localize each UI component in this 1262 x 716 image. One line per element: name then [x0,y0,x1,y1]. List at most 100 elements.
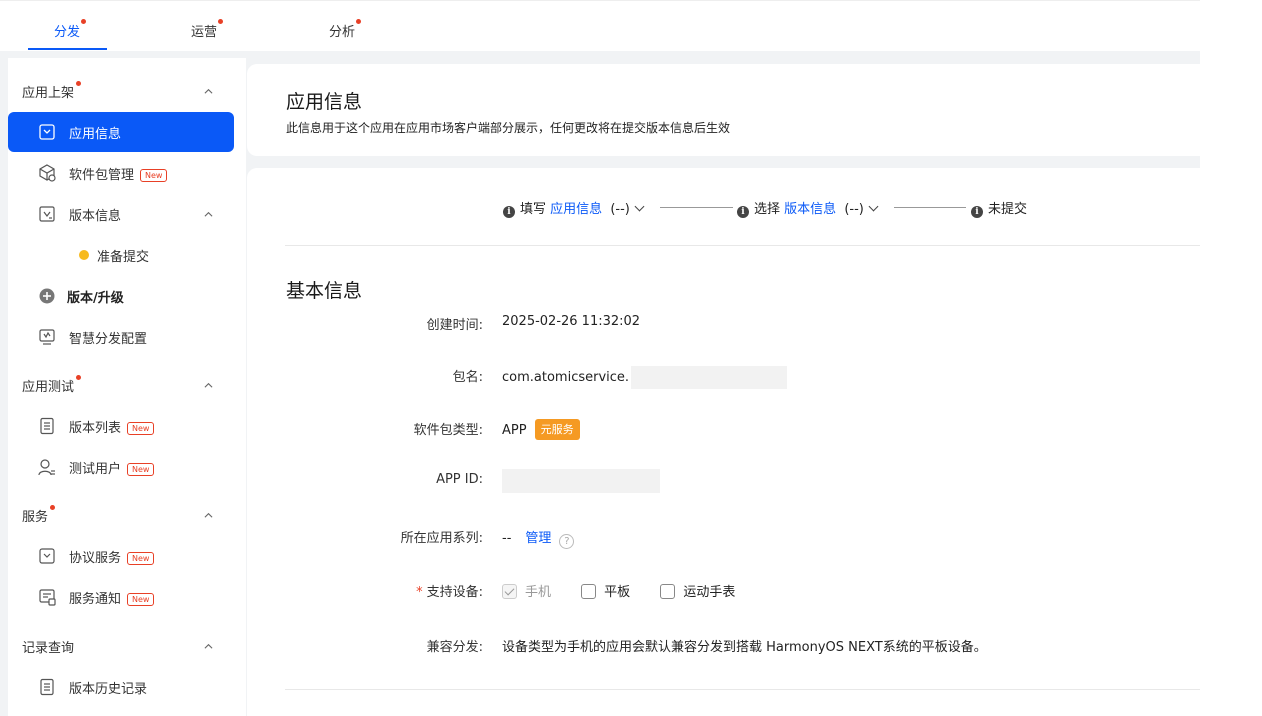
package-type-value: APP [502,423,527,438]
sidebar-item-smart-distribution[interactable]: 智慧分发配置 [8,317,234,357]
new-badge: New [127,422,155,435]
tab-distribution[interactable]: 分发 [54,19,87,40]
section-title: 应用上架 [22,86,75,101]
history-icon [40,678,54,696]
top-tab-bar: 分发 运营 分析 [0,0,1200,51]
chevron-down-icon [634,201,645,212]
notification-icon [39,589,56,606]
sidebar-item-agreement-service[interactable]: 协议服务 New [8,536,234,576]
field-compat-distribution: 兼容分发: 设备类型为手机的应用会默认兼容分发到搭载 HarmonyOS NEX… [247,633,1200,657]
sidebar-item-label-wrap: 版本列表 New [69,417,155,436]
sidebar-item-label: 版本历史记录 [69,682,148,697]
step-link-version-info[interactable]: 版本信息 [784,202,836,217]
sidebar-item-label: 应用信息 [69,127,122,142]
field-label: 兼容分发: [426,640,483,655]
sidebar-item-service-notification[interactable]: 服务通知 New [8,577,234,617]
info-icon: i [503,206,515,218]
field-label: 软件包类型: [413,423,483,438]
main-content-card: i 填写 应用信息 (--) i 选择 版本信息 (--) i 未提交 基本信息 创建… [247,168,1200,716]
help-icon[interactable]: ? [559,534,575,549]
sidebar-item-label: 版本列表 [69,421,122,436]
app-window: 分发 运营 分析 应用上架 应用信息 软件包管理 New 版本信息 准备提交 版… [0,0,1200,716]
checkbox-label: 平板 [604,585,631,600]
chevron-up-icon[interactable] [204,642,213,651]
device-option-tablet[interactable]: 平板 [581,581,630,600]
sidebar-item-label: 软件包管理 [69,168,135,183]
checkbox-label: 手机 [525,585,552,600]
field-supported-devices: * 支持设备: 手机 平板 运动手表 [247,578,1200,602]
sidebar-item-label-wrap: 测试用户 New [69,458,155,477]
field-package-type: 软件包类型: APP 元服务 [247,416,1200,440]
tab-analytics-label: 分析 [329,25,356,40]
step-connector [894,207,966,208]
notification-dot [356,19,362,24]
tab-operations-label: 运营 [191,25,218,40]
step-select-version-info[interactable]: i 选择 版本信息 (--) [737,198,879,218]
tab-distribution-label: 分发 [54,25,81,40]
smart-distribution-icon [39,329,55,345]
sidebar-section-app-testing[interactable]: 应用测试 [22,375,82,395]
tab-analytics[interactable]: 分析 [329,19,362,40]
new-badge: New [140,169,168,182]
checkbox-tablet[interactable] [581,584,597,599]
sidebar-item-package-management[interactable]: 软件包管理 New [8,153,234,193]
app-series-value: -- [502,531,512,546]
chevron-up-icon[interactable] [204,87,213,96]
sidebar-item-version-list[interactable]: 版本列表 New [8,406,234,446]
checkbox-label: 运动手表 [683,585,736,600]
sidebar-section-services[interactable]: 服务 [22,505,56,525]
sidebar-section-records[interactable]: 记录查询 [22,637,74,656]
section-title: 服务 [22,510,49,525]
checkbox-watch[interactable] [660,584,676,599]
sidebar-item-label-wrap: 协议服务 New [69,547,155,566]
divider [285,689,1200,690]
page-header-card: 应用信息 此信息用于这个应用在应用市场客户端部分展示，任何更改将在提交版本信息后… [247,64,1200,156]
sidebar: 应用上架 应用信息 软件包管理 New 版本信息 准备提交 版本/升级 智慧分发配… [8,58,246,716]
sidebar-section-app-listing[interactable]: 应用上架 [22,81,82,101]
section-title: 记录查询 [22,641,75,656]
field-created-time: 创建时间: 2025-02-26 11:32:02 [247,311,1200,335]
field-label: 包名: [452,370,483,385]
required-asterisk: * [416,585,423,600]
sidebar-item-label-wrap: 软件包管理 New [69,164,168,183]
step-status: (--) [610,202,630,217]
step-status: (--) [844,202,864,217]
notification-dot [81,19,87,24]
step-fill-app-info[interactable]: i 填写 应用信息 (--) [503,198,645,218]
sidebar-item-version-history[interactable]: 版本历史记录 [8,667,234,707]
device-option-watch[interactable]: 运动手表 [660,581,735,600]
chevron-up-icon[interactable] [204,381,213,390]
step-prefix: 填写 [520,202,547,217]
list-icon [40,417,54,435]
manage-link[interactable]: 管理 [525,531,551,546]
sidebar-item-label: 智慧分发配置 [69,332,148,347]
sidebar-item-test-users[interactable]: 测试用户 New [8,447,234,487]
sidebar-item-label: 服务通知 [69,592,122,607]
sidebar-item-label: 版本/升级 [67,291,124,306]
chevron-up-icon[interactable] [204,210,213,219]
checkbox-phone[interactable] [502,584,517,599]
field-label: 所在应用系列: [400,531,483,546]
chevron-down-icon [868,201,879,212]
sidebar-item-label: 测试用户 [69,462,122,477]
created-time-value: 2025-02-26 11:32:02 [502,314,641,329]
sidebar-item-version-upgrade[interactable]: 版本/升级 [8,276,234,316]
new-badge: New [127,552,155,565]
step-link-app-info[interactable]: 应用信息 [550,202,602,217]
compat-distribution-value: 设备类型为手机的应用会默认兼容分发到搭载 HarmonyOS NEXT系统的平板… [502,640,987,655]
redacted-block [502,469,660,493]
device-option-phone[interactable]: 手机 [502,581,551,600]
tab-operations[interactable]: 运营 [191,19,224,40]
package-name-value: com.atomicservice. [502,370,630,385]
field-app-series: 所在应用系列: -- 管理? [247,524,1200,549]
chevron-up-icon[interactable] [204,511,213,520]
plus-circle-icon [39,288,55,304]
sidebar-item-ready-submit[interactable]: 准备提交 [8,235,234,275]
step-label: 未提交 [988,202,1028,217]
sidebar-item-app-info[interactable]: 应用信息 [8,112,234,152]
field-label: * 支持设备: [416,581,483,600]
field-label: 创建时间: [426,318,483,333]
field-label-text: 支持设备: [426,585,483,600]
sidebar-item-version-info[interactable]: 版本信息 [8,194,234,234]
app-id-value [502,469,660,493]
